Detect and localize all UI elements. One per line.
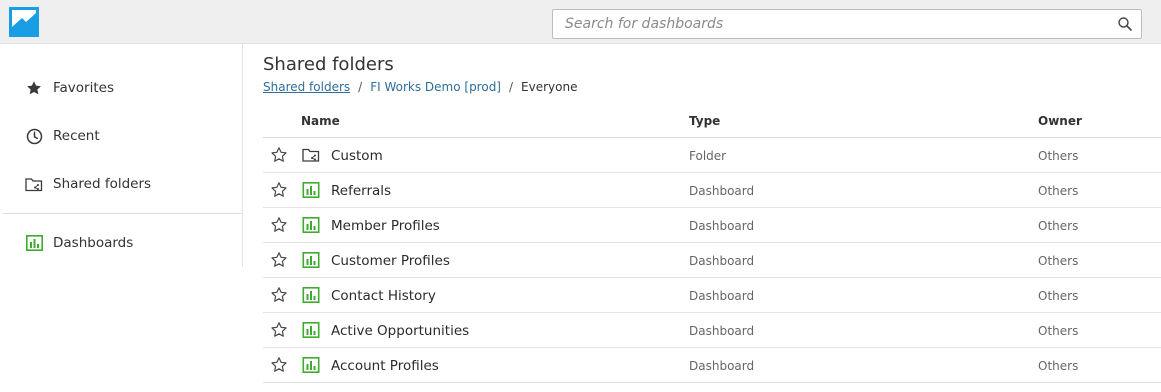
row-owner: Others <box>1038 184 1079 198</box>
page-title: Shared folders <box>263 54 394 75</box>
row-type: Dashboard <box>689 289 755 303</box>
app-logo[interactable] <box>9 7 39 37</box>
favorite-star-icon[interactable] <box>270 181 288 199</box>
table-row[interactable]: Customer Profiles Dashboard Others <box>263 243 1161 278</box>
favorite-star-icon[interactable] <box>270 216 288 234</box>
favorite-star-icon[interactable] <box>270 321 288 339</box>
top-bar <box>0 0 1161 44</box>
sidebar-item-label: Favorites <box>53 80 114 96</box>
logo-icon <box>9 7 39 37</box>
row-owner: Others <box>1038 359 1079 373</box>
favorite-star-icon[interactable] <box>270 356 288 374</box>
row-type: Dashboard <box>689 184 755 198</box>
row-type: Folder <box>689 149 727 163</box>
row-name[interactable]: Custom <box>331 148 383 164</box>
sidebar-border <box>242 44 243 267</box>
search-icon[interactable] <box>1117 16 1133 32</box>
dashboard-icon <box>25 234 43 252</box>
sidebar-divider <box>3 213 242 214</box>
table-row[interactable]: Custom Folder Others <box>263 138 1161 173</box>
breadcrumb-separator: / <box>358 80 363 94</box>
clock-icon <box>25 127 43 145</box>
row-owner: Others <box>1038 324 1079 338</box>
star-icon <box>25 79 43 97</box>
row-owner: Others <box>1038 149 1079 163</box>
search-input[interactable] <box>553 10 1103 38</box>
items-table: Name Type Owner Custom Folder Others Ref… <box>263 104 1161 383</box>
breadcrumb-link-shared-folders[interactable]: Shared folders <box>263 80 350 94</box>
row-name[interactable]: Referrals <box>331 183 391 199</box>
breadcrumb-current: Everyone <box>521 80 578 94</box>
sidebar-item-label: Dashboards <box>53 235 134 251</box>
sidebar: Favorites Recent Shared folders Dashboar… <box>0 44 243 392</box>
table-header: Name Type Owner <box>263 104 1161 138</box>
favorite-star-icon[interactable] <box>270 251 288 269</box>
row-owner: Others <box>1038 219 1079 233</box>
favorite-star-icon[interactable] <box>270 146 288 164</box>
dashboard-icon <box>302 182 320 198</box>
sidebar-item-label: Recent <box>53 128 100 144</box>
search-box <box>552 9 1142 39</box>
column-header-type[interactable]: Type <box>689 114 720 128</box>
row-type: Dashboard <box>689 254 755 268</box>
row-owner: Others <box>1038 254 1079 268</box>
shared-folder-icon <box>25 175 43 193</box>
table-row[interactable]: Referrals Dashboard Others <box>263 173 1161 208</box>
table-row[interactable]: Account Profiles Dashboard Others <box>263 348 1161 383</box>
breadcrumb-link-fi-works-demo[interactable]: FI Works Demo [prod] <box>370 80 501 94</box>
dashboard-icon <box>302 357 320 373</box>
dashboard-icon <box>302 287 320 303</box>
row-type: Dashboard <box>689 324 755 338</box>
sidebar-item-favorites[interactable]: Favorites <box>0 68 242 108</box>
column-header-owner[interactable]: Owner <box>1038 114 1082 128</box>
sidebar-item-dashboards[interactable]: Dashboards <box>0 223 242 263</box>
row-name[interactable]: Customer Profiles <box>331 253 450 269</box>
row-name[interactable]: Member Profiles <box>331 218 440 234</box>
sidebar-item-label: Shared folders <box>53 176 152 192</box>
sidebar-item-recent[interactable]: Recent <box>0 116 242 156</box>
column-header-name[interactable]: Name <box>301 114 340 128</box>
row-name[interactable]: Account Profiles <box>331 358 439 374</box>
table-row[interactable]: Contact History Dashboard Others <box>263 278 1161 313</box>
row-name[interactable]: Active Opportunities <box>331 323 469 339</box>
row-type: Dashboard <box>689 359 755 373</box>
shared-folder-icon <box>302 148 320 162</box>
breadcrumb-separator: / <box>509 80 514 94</box>
dashboard-icon <box>302 252 320 268</box>
row-type: Dashboard <box>689 219 755 233</box>
row-owner: Others <box>1038 289 1079 303</box>
dashboard-icon <box>302 322 320 338</box>
main-content: Shared folders Shared folders / FI Works D… <box>263 44 1161 392</box>
sidebar-item-shared-folders[interactable]: Shared folders <box>0 164 242 204</box>
favorite-star-icon[interactable] <box>270 286 288 304</box>
table-row[interactable]: Active Opportunities Dashboard Others <box>263 313 1161 348</box>
table-row[interactable]: Member Profiles Dashboard Others <box>263 208 1161 243</box>
breadcrumb: Shared folders / FI Works Demo [prod] / Ever… <box>263 80 577 94</box>
row-name[interactable]: Contact History <box>331 288 436 304</box>
dashboard-icon <box>302 217 320 233</box>
